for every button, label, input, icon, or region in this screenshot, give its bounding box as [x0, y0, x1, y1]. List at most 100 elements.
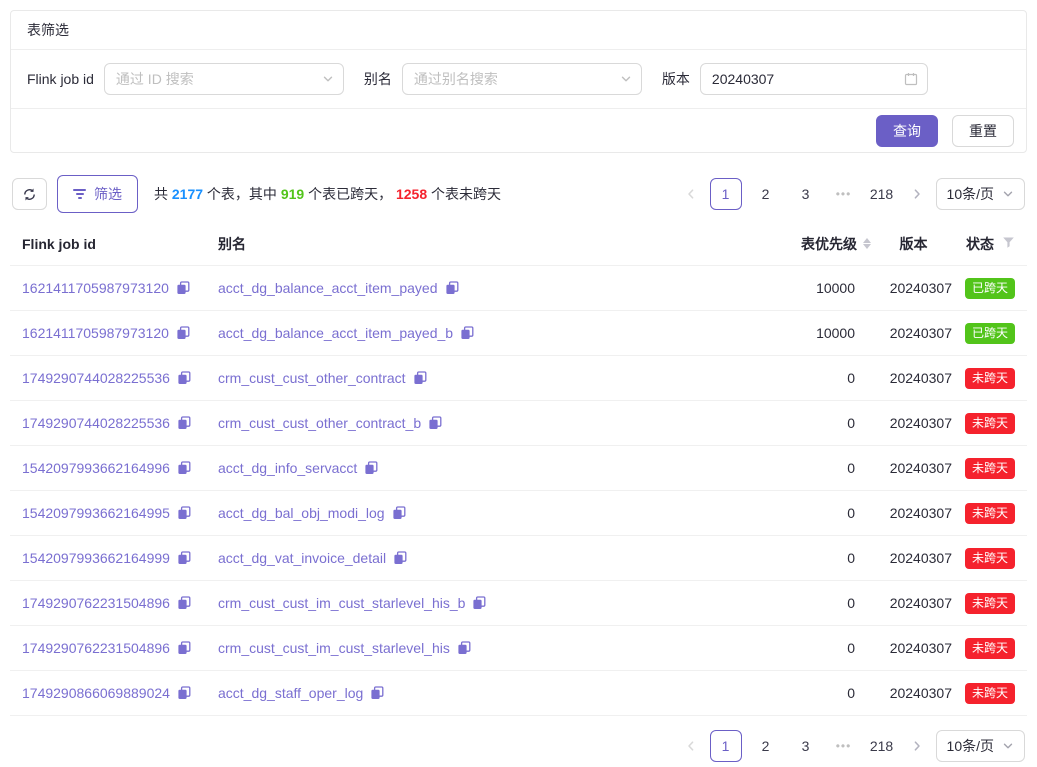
copy-icon[interactable]	[392, 506, 406, 520]
alias-link[interactable]: acct_dg_balance_acct_item_payed	[218, 280, 438, 296]
reset-button[interactable]: 重置	[952, 115, 1014, 147]
copy-icon[interactable]	[177, 686, 191, 700]
pagination-next-icon[interactable]	[906, 730, 928, 762]
pagination-page-3[interactable]: 3	[790, 178, 822, 210]
alias-link[interactable]: acct_dg_balance_acct_item_payed_b	[218, 325, 453, 341]
summary-mid2: 个表已跨天，	[304, 186, 396, 202]
copy-icon[interactable]	[176, 326, 190, 340]
job-id-link[interactable]: 1621411705987973120	[22, 280, 169, 296]
pagination-prev-icon[interactable]	[680, 730, 702, 762]
col-header-priority[interactable]: 表优先级	[801, 234, 871, 254]
filter-form: Flink job id 别名 版本	[11, 50, 1026, 108]
pagination-prev-icon[interactable]	[680, 178, 702, 210]
job-id-link[interactable]: 1749290744028225536	[22, 415, 170, 431]
version-cell: 20240307	[890, 685, 956, 701]
alias-link[interactable]: acct_dg_vat_invoice_detail	[218, 550, 386, 566]
alias-cell: acct_dg_bal_obj_modi_log	[218, 505, 709, 521]
alias-cell: acct_dg_balance_acct_item_payed_b	[218, 325, 709, 341]
col-header-alias: 别名	[218, 234, 709, 254]
job-id-link[interactable]: 1542097993662164995	[22, 505, 170, 521]
copy-icon[interactable]	[370, 686, 384, 700]
job-id-link[interactable]: 1542097993662164996	[22, 460, 170, 476]
alias-select[interactable]	[402, 63, 642, 95]
job-id-link[interactable]: 1749290866069889024	[22, 685, 170, 701]
job-id-link[interactable]: 1621411705987973120	[22, 325, 169, 341]
pagination-bottom-wrap: 1 2 3 ••• 218 10条/页	[10, 730, 1027, 762]
status-badge: 已跨天	[965, 278, 1015, 299]
alias-link[interactable]: crm_cust_cust_im_cust_starlevel_his	[218, 640, 450, 656]
pagination-next-icon[interactable]	[906, 178, 928, 210]
pagination-page-3[interactable]: 3	[790, 730, 822, 762]
job-id-cell: 1749290744028225536	[22, 415, 218, 431]
table-row: 1749290762231504896 crm_cust_cust_im_cus…	[10, 581, 1027, 626]
filter-actions: 查询 重置	[11, 108, 1026, 152]
copy-icon[interactable]	[177, 371, 191, 385]
query-button[interactable]: 查询	[876, 115, 938, 147]
copy-icon[interactable]	[177, 461, 191, 475]
version-cell: 20240307	[890, 595, 956, 611]
col-header-status: 状态	[966, 234, 1015, 254]
pagination-page-2[interactable]: 2	[750, 178, 782, 210]
pagination-ellipsis[interactable]: •••	[830, 187, 858, 201]
job-id-cell: 1749290866069889024	[22, 685, 218, 701]
job-id-link[interactable]: 1542097993662164999	[22, 550, 170, 566]
copy-icon[interactable]	[472, 596, 486, 610]
pagination-page-last[interactable]: 218	[866, 178, 898, 210]
copy-icon[interactable]	[177, 506, 191, 520]
page-size-select[interactable]: 10条/页	[936, 178, 1025, 210]
copy-icon[interactable]	[364, 461, 378, 475]
copy-icon[interactable]	[413, 371, 427, 385]
alias-cell: acct_dg_vat_invoice_detail	[218, 550, 709, 566]
version-date-picker[interactable]	[700, 63, 928, 95]
filter-funnel-icon[interactable]	[1002, 236, 1015, 252]
alias-cell: crm_cust_cust_other_contract	[218, 370, 709, 386]
alias-link[interactable]: crm_cust_cust_im_cust_starlevel_his_b	[218, 595, 465, 611]
job-id-cell: 1621411705987973120	[22, 325, 218, 341]
table-row: 1749290744028225536 crm_cust_cust_other_…	[10, 401, 1027, 446]
filter-button[interactable]: 筛选	[57, 175, 138, 213]
sort-icon[interactable]	[863, 238, 871, 249]
copy-icon[interactable]	[177, 416, 191, 430]
pagination-page-1[interactable]: 1	[710, 730, 742, 762]
table-row: 1542097993662164996 acct_dg_info_servacc…	[10, 446, 1027, 491]
toolbar: 筛选 共 2177 个表，其中 919 个表已跨天， 1258 个表未跨天 1 …	[10, 175, 1027, 213]
copy-icon[interactable]	[393, 551, 407, 565]
pagination-page-2[interactable]: 2	[750, 730, 782, 762]
version-cell: 20240307	[890, 415, 956, 431]
alias-link[interactable]: crm_cust_cust_other_contract	[218, 370, 406, 386]
pagination-ellipsis[interactable]: •••	[830, 739, 858, 753]
priority-cell: 0	[847, 415, 871, 431]
refresh-icon	[22, 187, 37, 202]
copy-icon[interactable]	[457, 641, 471, 655]
copy-icon[interactable]	[177, 641, 191, 655]
alias-input[interactable]	[402, 63, 642, 95]
refresh-button[interactable]	[12, 178, 47, 210]
copy-icon[interactable]	[177, 596, 191, 610]
alias-link[interactable]: crm_cust_cust_other_contract_b	[218, 415, 421, 431]
job-id-link[interactable]: 1749290762231504896	[22, 595, 170, 611]
chevron-down-icon	[1002, 188, 1014, 200]
pagination-page-last[interactable]: 218	[866, 730, 898, 762]
priority-cell: 0	[847, 640, 871, 656]
page-size-select[interactable]: 10条/页	[936, 730, 1025, 762]
job-id-select[interactable]	[104, 63, 344, 95]
alias-cell: acct_dg_balance_acct_item_payed	[218, 280, 709, 296]
pagination-page-1[interactable]: 1	[710, 178, 742, 210]
job-id-input[interactable]	[104, 63, 344, 95]
status-badge: 未跨天	[965, 503, 1015, 524]
alias-link[interactable]: acct_dg_bal_obj_modi_log	[218, 505, 385, 521]
status-badge: 未跨天	[965, 413, 1015, 434]
copy-icon[interactable]	[460, 326, 474, 340]
job-id-link[interactable]: 1749290744028225536	[22, 370, 170, 386]
copy-icon[interactable]	[428, 416, 442, 430]
alias-link[interactable]: acct_dg_staff_oper_log	[218, 685, 363, 701]
job-id-link[interactable]: 1749290762231504896	[22, 640, 170, 656]
copy-icon[interactable]	[177, 551, 191, 565]
version-input[interactable]	[700, 63, 928, 95]
alias-link[interactable]: acct_dg_info_servacct	[218, 460, 357, 476]
table-header: Flink job id 别名 表优先级 版本 状态	[10, 222, 1027, 266]
version-label: 版本	[662, 69, 690, 89]
filter-card-title: 表筛选	[11, 11, 1026, 50]
copy-icon[interactable]	[445, 281, 459, 295]
copy-icon[interactable]	[176, 281, 190, 295]
